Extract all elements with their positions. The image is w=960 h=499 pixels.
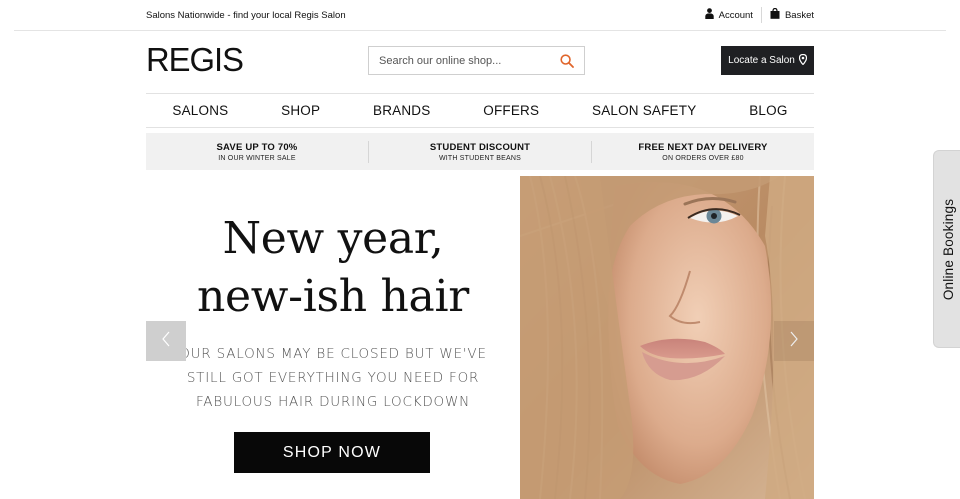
promo-strip: SAVE UP TO 70% IN OUR WINTER SALE STUDEN… [146,133,814,170]
topbar-divider [14,30,946,31]
carousel-prev-button[interactable] [146,321,186,361]
utility-links: Account Basket [704,7,814,23]
top-utility-bar: Salons Nationwide - find your local Regi… [146,0,814,30]
locate-salon-label: Locate a Salon [728,55,795,66]
promo-title: SAVE UP TO 70% [216,141,298,153]
person-icon [704,8,714,22]
shop-now-button[interactable]: SHOP NOW [234,432,430,473]
hero-model-image [520,176,814,499]
locate-salon-button[interactable]: Locate a Salon [721,46,814,75]
hero-headline-line: new-ish hair [197,271,469,322]
utility-divider [760,7,762,23]
search-box [368,46,585,75]
promo-subtitle: WITH STUDENT BEANS [438,154,522,162]
nav-item-brands[interactable]: BRANDS [369,103,434,118]
shopping-bag-icon [770,7,780,22]
nav-item-shop[interactable]: SHOP [277,103,324,118]
hero-subtext-line: FABULOUS HAIR DURING LOCKDOWN [195,394,471,410]
nav-item-salons[interactable]: SALONS [168,103,232,118]
chevron-right-icon [789,331,799,352]
promo-title: STUDENT DISCOUNT [429,141,531,153]
basket-link[interactable]: Basket [770,7,814,22]
online-bookings-tab[interactable]: Online Bookings [933,150,960,348]
promo-subtitle: IN OUR WINTER SALE [218,154,296,162]
hero-headline: New year, new-ish hair [146,210,520,326]
map-pin-icon [798,53,807,68]
tagline-link[interactable]: Salons Nationwide - find your local Regi… [146,10,346,21]
promo-winter-sale[interactable]: SAVE UP TO 70% IN OUR WINTER SALE [146,142,368,162]
nav-item-salon-safety[interactable]: SALON SAFETY [588,103,700,118]
model-portrait-illustration [520,176,814,499]
hero-carousel: New year, new-ish hair OUR SALONS MAY BE… [146,176,814,499]
basket-label: Basket [784,9,814,21]
hero-subtext-line: STILL GOT EVERYTHING YOU NEED FOR [186,370,480,386]
carousel-next-button[interactable] [774,321,814,361]
magnifier-icon[interactable] [559,53,575,69]
svg-text:REGIS: REGIS [146,44,243,74]
promo-title: FREE NEXT DAY DELIVERY [638,141,768,153]
main-navigation: SALONS SHOP BRANDS OFFERS SALON SAFETY B… [146,93,814,128]
promo-student-discount[interactable]: STUDENT DISCOUNT WITH STUDENT BEANS [369,142,591,162]
nav-item-offers[interactable]: OFFERS [479,103,543,118]
online-bookings-label: Online Bookings [941,198,956,300]
search-input[interactable] [379,54,559,67]
hero-subtext: OUR SALONS MAY BE CLOSED BUT WE'VE STILL… [156,342,510,414]
promo-subtitle: ON ORDERS OVER £80 [662,154,744,162]
promo-free-delivery[interactable]: FREE NEXT DAY DELIVERY ON ORDERS OVER £8… [592,142,814,162]
page: Salons Nationwide - find your local Regi… [0,0,960,499]
hero-headline-line: New year, [222,213,444,264]
account-label: Account [718,9,753,21]
nav-item-blog[interactable]: BLOG [745,103,791,118]
hero-subtext-line: OUR SALONS MAY BE CLOSED BUT WE'VE [179,346,487,362]
regis-logo-mark: REGIS [146,41,244,78]
chevron-left-icon [161,331,171,352]
regis-logo[interactable]: REGIS [146,41,244,79]
account-link[interactable]: Account [704,8,753,22]
